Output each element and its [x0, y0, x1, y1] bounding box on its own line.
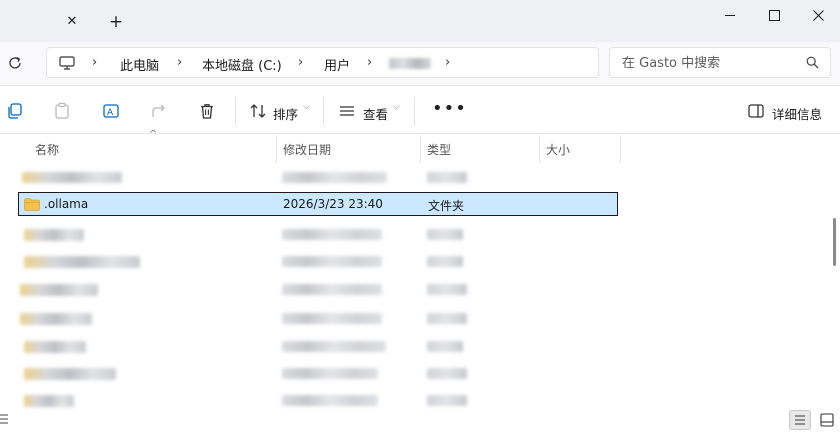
redacted-name [24, 256, 140, 268]
separator [323, 97, 324, 125]
sort-arrows-icon[interactable] [249, 102, 267, 120]
table-row-redacted[interactable] [18, 362, 618, 386]
more-options-icon[interactable]: ••• [432, 98, 467, 119]
search-input[interactable] [622, 54, 802, 72]
redacted-name [24, 368, 116, 380]
details-pane-icon[interactable] [747, 102, 765, 120]
status-bar-item-icon [0, 414, 8, 424]
chevron-right-icon[interactable]: › [445, 55, 450, 70]
close-icon [813, 10, 824, 21]
separator [235, 97, 236, 125]
separator [414, 97, 415, 125]
redacted-date [282, 256, 382, 267]
column-header-size[interactable]: 大小 [546, 135, 570, 163]
redacted-name [20, 313, 92, 325]
sort-ascending-icon: ^ [149, 129, 158, 140]
chevron-down-icon[interactable]: ⌵ [393, 102, 400, 112]
table-row-redacted[interactable] [18, 166, 618, 190]
redacted-type [427, 172, 467, 183]
details-view-icon [795, 415, 805, 425]
redacted-date [282, 284, 382, 295]
close-window-button[interactable] [796, 4, 840, 26]
redacted-type [427, 313, 467, 324]
redacted-date [282, 395, 378, 406]
maximize-button[interactable] [752, 4, 796, 26]
table-row-ollama[interactable]: .ollama 2026/3/23 23:40 文件夹 [18, 192, 618, 216]
file-type: 文件夹 [428, 199, 465, 213]
breadcrumb-this-pc[interactable]: 此电脑 [120, 55, 159, 74]
command-bar: A 排序 ⌵ 查看 ⌵ ••• 详细信息 [0, 87, 840, 134]
table-row-redacted[interactable] [18, 250, 618, 274]
table-row-redacted[interactable] [18, 307, 618, 331]
search-icon[interactable] [806, 56, 819, 69]
chevron-right-icon[interactable]: › [367, 55, 372, 70]
file-modified-date: 2026/3/23 23:40 [283, 197, 383, 211]
table-row-redacted[interactable] [18, 223, 618, 247]
redacted-date [282, 368, 378, 379]
redacted-date [282, 229, 382, 240]
chevron-right-icon[interactable]: › [298, 55, 303, 70]
vertical-scrollbar[interactable] [833, 218, 836, 266]
column-divider[interactable] [539, 135, 540, 163]
column-divider[interactable] [620, 135, 621, 163]
table-row-redacted[interactable] [18, 278, 618, 302]
file-list: ^ 名称 修改日期 类型 大小 .ollama 2026/3/23 23:40 … [0, 129, 840, 433]
redacted-type [427, 284, 467, 295]
breadcrumb[interactable]: › 此电脑 › 本地磁盘 (C:) › 用户 › › [46, 47, 599, 78]
breadcrumb-users[interactable]: 用户 [324, 55, 350, 74]
redacted-name [22, 172, 122, 183]
sort-button[interactable]: 排序 [273, 104, 298, 123]
redacted-type [427, 368, 467, 379]
address-bar: › 此电脑 › 本地磁盘 (C:) › 用户 › › [0, 42, 840, 86]
redacted-name [24, 229, 84, 241]
redacted-type [427, 341, 463, 352]
redacted-type [427, 229, 463, 240]
redacted-name [20, 284, 98, 296]
details-button[interactable]: 详细信息 [772, 104, 822, 123]
rename-icon[interactable]: A [102, 102, 120, 120]
folder-icon [24, 198, 40, 211]
view-list-icon[interactable] [338, 102, 356, 120]
chevron-right-icon[interactable]: › [177, 55, 182, 70]
delete-trash-icon[interactable] [198, 102, 216, 120]
redacted-name [24, 341, 86, 353]
column-header-name[interactable]: 名称 [35, 135, 59, 163]
file-name: .ollama [44, 197, 89, 211]
large-icons-view-toggle[interactable] [817, 411, 837, 429]
redacted-type [427, 395, 467, 406]
chevron-down-icon[interactable]: ⌵ [303, 102, 310, 112]
minimize-button[interactable] [708, 4, 752, 26]
redacted-date [282, 341, 386, 352]
column-header-type[interactable]: 类型 [427, 135, 451, 163]
redacted-name [24, 395, 74, 407]
search-box[interactable] [609, 47, 831, 78]
column-header-modified[interactable]: 修改日期 [283, 135, 331, 163]
computer-icon[interactable] [59, 56, 75, 70]
redacted-date [282, 172, 387, 183]
breadcrumb-user-folder[interactable] [389, 58, 431, 69]
chevron-right-icon[interactable]: › [92, 55, 97, 70]
copy-icon[interactable] [6, 102, 24, 120]
details-view-toggle[interactable] [789, 410, 811, 430]
svg-text:A: A [107, 108, 114, 118]
table-row-redacted[interactable] [18, 389, 618, 413]
share-icon[interactable] [150, 102, 168, 120]
new-tab-plus-icon[interactable]: + [105, 11, 127, 33]
paste-icon[interactable] [53, 102, 71, 120]
redacted-type [427, 256, 463, 267]
tab-close-icon[interactable]: ✕ [62, 12, 82, 32]
redacted-date [282, 313, 382, 324]
refresh-icon[interactable] [7, 55, 23, 71]
title-bar: ✕ + [0, 0, 840, 42]
breadcrumb-local-disk[interactable]: 本地磁盘 (C:) [202, 55, 282, 74]
column-divider[interactable] [420, 135, 421, 163]
column-divider[interactable] [276, 135, 277, 163]
table-row-redacted[interactable] [18, 335, 618, 359]
view-button[interactable]: 查看 [363, 104, 388, 123]
